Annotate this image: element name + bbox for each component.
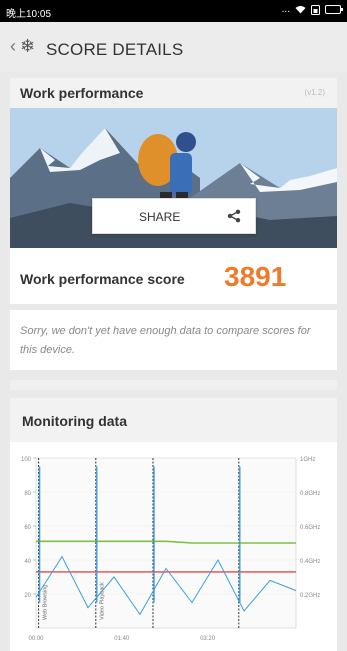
work-performance-title: Work performance [20,85,144,101]
y2-tick-label: 0.8GHz [300,491,320,497]
y-tick-label: 100 [21,457,32,463]
app-bar: ‹ ❄ SCORE DETAILS [0,22,347,72]
y2-tick-label: 0.4GHz [300,559,320,565]
monitoring-chart: 100 80 60 40 20 1GHz 0.8GHz 0.6GHz 0.4GHz 0.2GHz 0… [21,457,320,642]
share-icon [227,209,241,223]
3dmark-logo-icon: ❄ [20,36,36,56]
score-label: Work performance score [20,271,185,287]
x-tick-label: 01:40 [114,636,130,642]
status-icons: ... [281,4,343,15]
work-performance-card: Work performance (v1.2) SHARE Work perfo… [10,78,337,304]
x-tick-label: 03:20 [200,636,216,642]
y-tick-label: 80 [24,491,31,497]
share-button[interactable]: SHARE [92,198,256,234]
y-tick-label: 60 [24,525,31,531]
notice-text: Sorry, we don't yet have enough data to … [20,325,311,356]
y2-tick-label: 0.6GHz [300,525,320,531]
status-time: 晚上10:05 [6,9,52,20]
share-label: SHARE [139,210,181,224]
monitoring-title: Monitoring data [22,413,127,429]
test-label: Web Browsing [42,585,48,620]
divider-card [10,380,337,390]
monitoring-card: Monitoring data 100 80 60 40 20 1GHz 0.8GHz 0.6… [10,398,337,651]
status-bar: 晚上10:05 ... [0,0,347,22]
sim-icon [311,4,320,15]
score-value: 3891 [224,261,287,292]
work-performance-header: Work performance (v1.2) [10,78,337,108]
y2-tick-label: 1GHz [300,457,315,463]
notice-card: Sorry, we don't yet have enough data to … [10,310,337,370]
page-title: SCORE DETAILS [46,40,184,59]
x-tick-label: 00:00 [28,636,44,642]
y-tick-label: 20 [24,593,31,599]
battery-icon [325,5,343,14]
back-chevron-icon[interactable]: ‹ [10,36,16,56]
monitoring-header: Monitoring data [10,398,337,442]
wifi-icon [295,6,306,14]
status-dots: ... [281,4,290,15]
version-label: (v1.2) [304,88,325,97]
hiker-image: SHARE [10,108,337,248]
y2-tick-label: 0.2GHz [300,593,320,599]
y-tick-label: 40 [24,559,31,565]
